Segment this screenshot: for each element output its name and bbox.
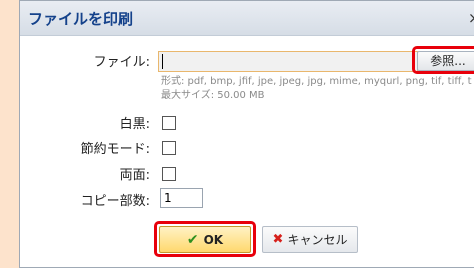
size-hint: 最大サイズ: 50.00 MB (161, 90, 265, 101)
bw-checkbox[interactable] (162, 116, 176, 130)
format-hint: 形式: pdf, bmp, jfif, jpe, jpeg, jpg, mime… (161, 76, 472, 87)
bw-label: 白黒: (119, 117, 150, 132)
duplex-checkbox[interactable] (162, 167, 176, 181)
ok-button[interactable]: ✔ OK (159, 226, 251, 253)
ok-label: OK (203, 232, 224, 247)
check-icon: ✔ (186, 231, 199, 248)
print-file-dialog: ファイルを印刷 × ファイル: 参照... 形式: pdf, bmp, jfif… (19, 0, 474, 268)
copies-label: コピー部数: (80, 194, 150, 209)
x-icon: ✖ (272, 232, 284, 247)
ok-highlight: ✔ OK (154, 221, 256, 257)
cancel-button[interactable]: ✖ キャンセル (262, 226, 358, 253)
eco-mode-label: 節約モード: (80, 142, 150, 157)
duplex-label: 両面: (119, 168, 150, 183)
cancel-label: キャンセル (287, 233, 348, 247)
eco-mode-checkbox[interactable] (162, 141, 176, 155)
copies-input[interactable]: 1 (160, 188, 203, 208)
